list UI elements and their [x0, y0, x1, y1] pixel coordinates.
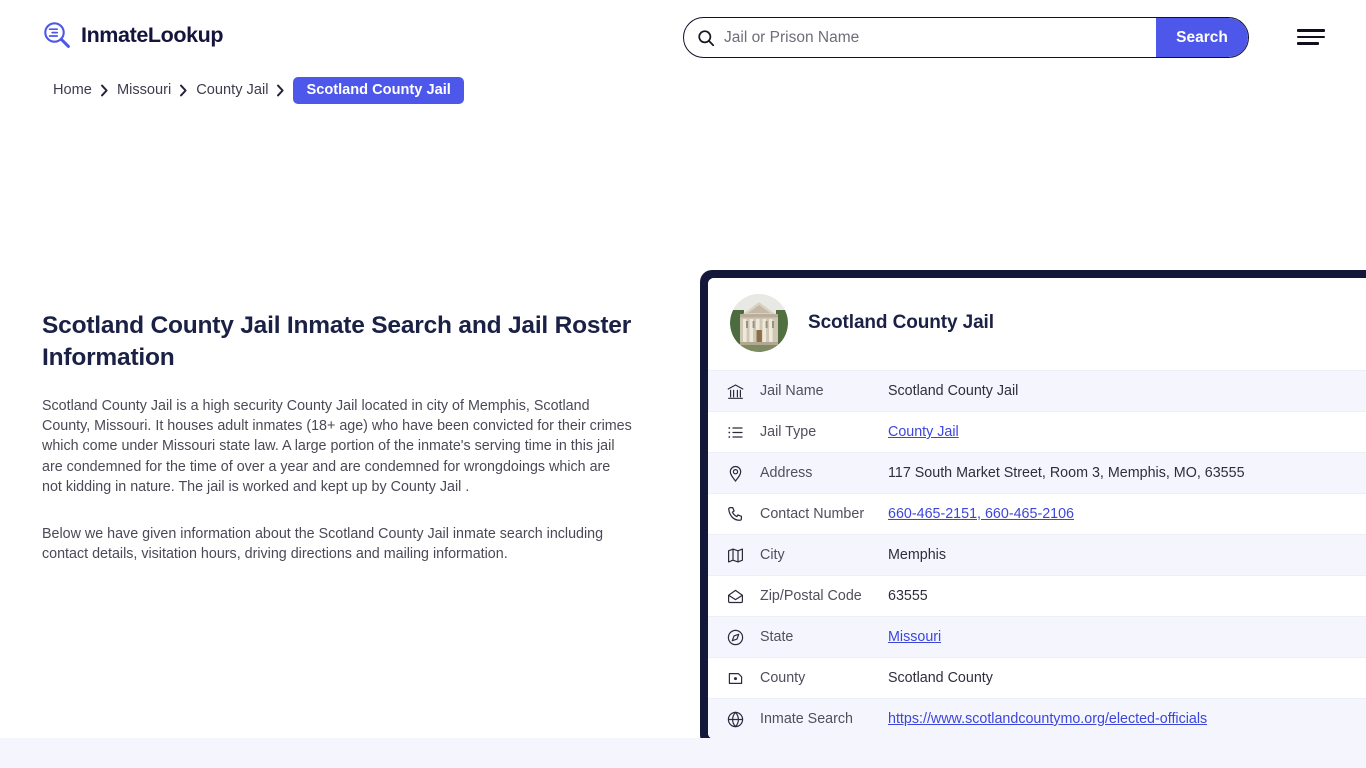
row-value: Scotland County [888, 670, 993, 686]
chevron-right-icon [276, 84, 285, 97]
table-row: Address 117 South Market Street, Room 3,… [708, 452, 1366, 493]
list-icon [726, 423, 745, 442]
globe-icon [726, 710, 745, 729]
site-header: InmateLookup Search [0, 0, 1366, 74]
phone-icon [726, 505, 745, 524]
row-label: City [760, 547, 785, 563]
contact-number-link[interactable]: 660-465-2151, 660-465-2106 [888, 506, 1074, 522]
magnifier-list-icon [42, 20, 72, 50]
breadcrumb-item-county-jail[interactable]: County Jail [196, 82, 268, 98]
row-label: Address [760, 465, 813, 481]
table-row: Contact Number 660-465-2151, 660-465-210… [708, 493, 1366, 534]
row-value: Missouri [888, 629, 941, 645]
table-row: Jail Name Scotland County Jail [708, 370, 1366, 411]
chevron-right-icon [179, 84, 188, 97]
chevron-right-icon [100, 84, 109, 97]
breadcrumb-item-home[interactable]: Home [53, 82, 92, 98]
footer-band [0, 738, 1366, 768]
bank-icon [726, 382, 745, 401]
county-map-icon [726, 669, 745, 688]
row-value: 117 South Market Street, Room 3, Memphis… [888, 465, 1245, 481]
row-label: Zip/Postal Code [760, 588, 862, 604]
table-row: State Missouri [708, 616, 1366, 657]
breadcrumb-item-current: Scotland County Jail [293, 76, 464, 104]
row-value: https://www.scotlandcountymo.org/elected… [888, 711, 1207, 727]
brand-logo-link[interactable]: InmateLookup [42, 20, 224, 50]
table-row: Inmate Search https://www.scotlandcounty… [708, 698, 1366, 739]
main-content: Scotland County Jail Inmate Search and J… [0, 105, 1366, 747]
search-bar[interactable]: Search [683, 17, 1249, 58]
row-value: 660-465-2151, 660-465-2106 [888, 506, 1074, 522]
page-title: Scotland County Jail Inmate Search and J… [42, 312, 632, 371]
row-label: Jail Name [760, 383, 824, 399]
breadcrumb: Home Missouri County Jail Scotland Count… [0, 75, 1366, 105]
search-button[interactable]: Search [1156, 18, 1248, 57]
article-paragraph-1: Scotland County Jail is a high security … [42, 398, 632, 495]
map-pin-icon [726, 464, 745, 483]
jail-type-link[interactable]: County Jail [888, 424, 959, 440]
search-icon [697, 29, 715, 47]
hamburger-bar [1297, 35, 1325, 39]
search-input[interactable] [715, 18, 1156, 57]
row-value: County Jail [888, 424, 959, 440]
table-row: County Scotland County [708, 657, 1366, 698]
table-row: Jail Type County Jail [708, 411, 1366, 452]
row-value: Scotland County Jail [888, 383, 1019, 399]
row-label: State [760, 629, 794, 645]
hamburger-bar [1297, 42, 1319, 45]
jail-info-card-inner: Scotland County Jail Jail Name Scotland … [708, 278, 1366, 739]
jail-info-card: Scotland County Jail Jail Name Scotland … [700, 270, 1366, 747]
courthouse-photo [730, 294, 788, 352]
row-value: Memphis [888, 547, 946, 563]
jail-info-card-header: Scotland County Jail [708, 278, 1366, 370]
article-column: Scotland County Jail Inmate Search and J… [42, 310, 634, 564]
jail-name-heading: Scotland County Jail [808, 312, 994, 333]
envelope-icon [726, 587, 745, 606]
table-row: Zip/Postal Code 63555 [708, 575, 1366, 616]
row-label: Inmate Search [760, 711, 853, 727]
row-label: Jail Type [760, 424, 817, 440]
row-label: Contact Number [760, 506, 865, 522]
compass-icon [726, 628, 745, 647]
hamburger-menu-icon[interactable] [1297, 26, 1327, 48]
row-label: County [760, 670, 806, 686]
brand-name: InmateLookup [81, 22, 224, 47]
row-value: 63555 [888, 588, 928, 604]
table-row: City Memphis [708, 534, 1366, 575]
hamburger-bar [1297, 29, 1325, 32]
inmate-search-link[interactable]: https://www.scotlandcountymo.org/elected… [888, 711, 1207, 727]
state-link[interactable]: Missouri [888, 629, 941, 645]
article-paragraph-2: Below we have given information about th… [42, 526, 604, 563]
breadcrumb-item-missouri[interactable]: Missouri [117, 82, 171, 98]
map-icon [726, 546, 745, 565]
